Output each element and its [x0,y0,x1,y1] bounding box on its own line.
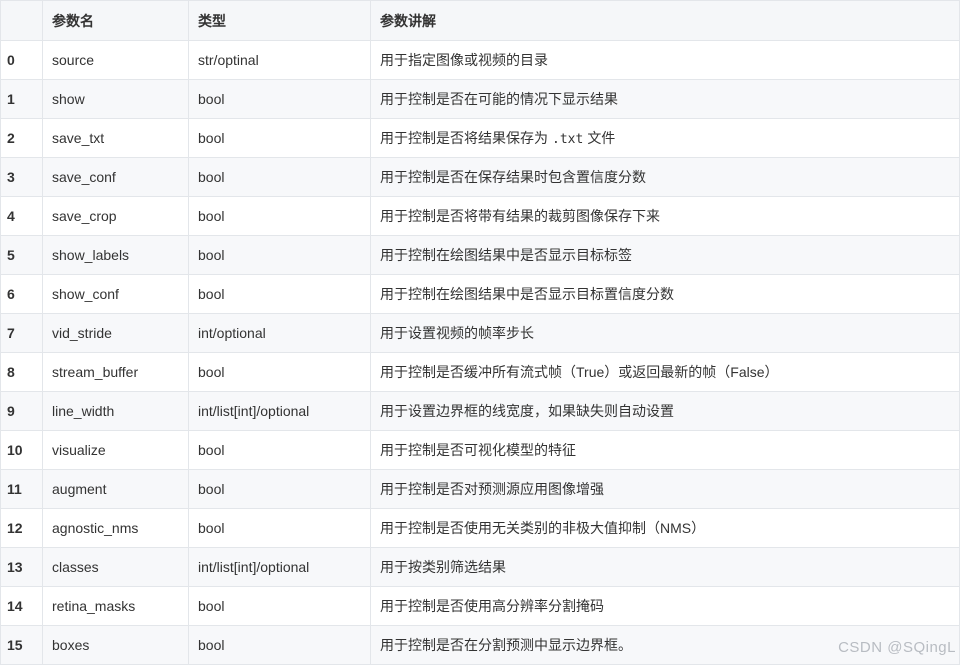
table-row: 2 save_txt bool 用于控制是否将结果保存为 .txt 文件 [0,118,960,158]
param-type-cell: bool [188,196,371,236]
row-index: 13 [0,547,43,587]
row-index: 14 [0,586,43,626]
table-header: 参数名 类型 参数讲解 [0,0,960,41]
param-description-cell: 用于按类别筛选结果 [370,547,960,587]
param-description-cell: 用于控制是否将结果保存为 .txt 文件 [370,118,960,158]
param-type-cell: bool [188,586,371,626]
param-description-cell: 用于指定图像或视频的目录 [370,40,960,80]
header-description: 参数讲解 [370,0,960,41]
param-description-cell: 用于控制在绘图结果中是否显示目标置信度分数 [370,274,960,314]
param-name-cell: stream_buffer [42,352,189,392]
param-name-cell: visualize [42,430,189,470]
table-row: 12 agnostic_nms bool 用于控制是否使用无关类别的非极大值抑制（NM… [0,508,960,548]
param-name-cell: save_crop [42,196,189,236]
param-type-cell: bool [188,157,371,197]
description-text: 用于控制是否将结果保存为 [380,130,548,146]
param-name-cell: save_txt [42,118,189,158]
row-index: 0 [0,40,43,80]
row-index: 3 [0,157,43,197]
table-row: 1 show bool 用于控制是否在可能的情况下显示结果 [0,79,960,119]
param-name-cell: classes [42,547,189,587]
row-index: 4 [0,196,43,236]
header-type: 类型 [188,0,371,41]
param-description-cell: 用于设置边界框的线宽度，如果缺失则自动设置 [370,391,960,431]
param-description-cell: 用于控制是否将带有结果的裁剪图像保存下来 [370,196,960,236]
param-description-cell: 用于控制是否可视化模型的特征 [370,430,960,470]
table-row: 10 visualize bool 用于控制是否可视化模型的特征 [0,430,960,470]
param-description-cell: 用于控制在绘图结果中是否显示目标标签 [370,235,960,275]
row-index: 5 [0,235,43,275]
param-type-cell: int/list[int]/optional [188,547,371,587]
param-name-cell: source [42,40,189,80]
row-index: 1 [0,79,43,119]
param-type-cell: int/optional [188,313,371,353]
param-type-cell: bool [188,352,371,392]
row-index: 12 [0,508,43,548]
param-name-cell: save_conf [42,157,189,197]
table-row: 14 retina_masks bool 用于控制是否使用高分辨率分割掩码 [0,586,960,626]
param-name-cell: augment [42,469,189,509]
param-description-cell: 用于控制是否在保存结果时包含置信度分数 [370,157,960,197]
param-name-cell: boxes [42,625,189,665]
row-index: 7 [0,313,43,353]
description-text: 文件 [587,130,616,146]
row-index: 8 [0,352,43,392]
param-type-cell: str/optinal [188,40,371,80]
table-row: 11 augment bool 用于控制是否对预测源应用图像增强 [0,469,960,509]
param-description-cell: 用于控制是否在可能的情况下显示结果 [370,79,960,119]
param-name-cell: show [42,79,189,119]
header-index [0,0,43,41]
table-row: 0 source str/optinal 用于指定图像或视频的目录 [0,40,960,80]
param-name-cell: show_labels [42,235,189,275]
table-row: 3 save_conf bool 用于控制是否在保存结果时包含置信度分数 [0,157,960,197]
param-description-cell: 用于控制是否缓冲所有流式帧（True）或返回最新的帧（False） [370,352,960,392]
watermark: CSDN @SQingL [838,639,956,656]
table-row: 4 save_crop bool 用于控制是否将带有结果的裁剪图像保存下来 [0,196,960,236]
table-row: 13 classes int/list[int]/optional 用于按类别筛选结果 [0,547,960,587]
param-type-cell: bool [188,508,371,548]
row-index: 2 [0,118,43,158]
table-row: 7 vid_stride int/optional 用于设置视频的帧率步长 [0,313,960,353]
param-description-cell: 用于设置视频的帧率步长 [370,313,960,353]
row-index: 15 [0,625,43,665]
inline-code: .txt [552,132,584,147]
param-type-cell: bool [188,625,371,665]
row-index: 11 [0,469,43,509]
param-type-cell: bool [188,469,371,509]
table-row: 6 show_conf bool 用于控制在绘图结果中是否显示目标置信度分数 [0,274,960,314]
param-description-cell: 用于控制是否对预测源应用图像增强 [370,469,960,509]
param-name-cell: show_conf [42,274,189,314]
param-type-cell: bool [188,118,371,158]
param-description-cell: 用于控制是否使用无关类别的非极大值抑制（NMS） [370,508,960,548]
table-row: 8 stream_buffer bool 用于控制是否缓冲所有流式帧（True）或返回… [0,352,960,392]
row-index: 9 [0,391,43,431]
param-type-cell: bool [188,274,371,314]
header-param-name: 参数名 [42,0,189,41]
table-row: 15 boxes bool 用于控制是否在分割预测中显示边界框。 [0,625,960,665]
table-row: 5 show_labels bool 用于控制在绘图结果中是否显示目标标签 [0,235,960,275]
param-type-cell: bool [188,235,371,275]
param-name-cell: line_width [42,391,189,431]
parameter-table: 参数名 类型 参数讲解 0 source str/optinal 用于指定图像或视频的… [0,0,960,665]
param-name-cell: vid_stride [42,313,189,353]
param-type-cell: int/list[int]/optional [188,391,371,431]
header-row: 参数名 类型 参数讲解 [0,0,960,41]
row-index: 6 [0,274,43,314]
param-name-cell: agnostic_nms [42,508,189,548]
table-body: 0 source str/optinal 用于指定图像或视频的目录 1 show bool 用… [0,40,960,665]
param-type-cell: bool [188,430,371,470]
param-type-cell: bool [188,79,371,119]
row-index: 10 [0,430,43,470]
param-name-cell: retina_masks [42,586,189,626]
table-row: 9 line_width int/list[int]/optional 用于设置边界框… [0,391,960,431]
param-description-cell: 用于控制是否使用高分辨率分割掩码 [370,586,960,626]
